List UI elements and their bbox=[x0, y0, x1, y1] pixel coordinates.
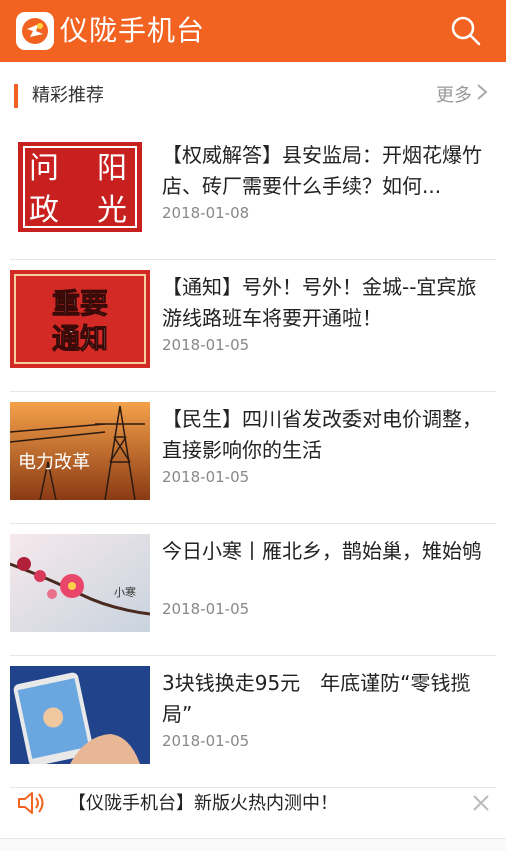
more-link[interactable]: 更多 bbox=[436, 82, 488, 110]
notice-thumb-line-2: 通知 bbox=[52, 322, 108, 355]
news-item[interactable]: 重要 通知 【通知】号外！号外！金城--宜宾旅游线路班车将要开通啦！ 2018-… bbox=[10, 260, 496, 392]
logo-icon bbox=[22, 18, 48, 44]
news-title[interactable]: 【权威解答】县安监局：开烟花爆竹店、砖厂需要什么手续？如何... bbox=[162, 140, 486, 202]
search-icon bbox=[451, 16, 481, 46]
news-item[interactable]: 问 阳 政 光 【权威解答】县安监局：开烟花爆竹店、砖厂需要什么手续？如何...… bbox=[10, 128, 496, 260]
news-item[interactable]: 3块钱换走95元 年底谨防“零钱揽局” 2018-01-05 bbox=[10, 656, 496, 788]
news-title[interactable]: 今日小寒丨雁北乡，鹊始巢，雉始鸲 bbox=[162, 536, 486, 567]
news-thumbnail-notice: 重要 通知 bbox=[10, 270, 150, 368]
seal-char-4: 光 bbox=[97, 193, 127, 228]
news-thumbnail-power: 电力改革 bbox=[10, 402, 150, 500]
bottom-nav-edge bbox=[0, 838, 506, 851]
news-date: 2018-01-08 bbox=[162, 204, 250, 222]
section-title: 精彩推荐 bbox=[32, 85, 104, 106]
seal-char-3: 政 bbox=[29, 193, 59, 228]
recommend-section-header: 精彩推荐 更多 bbox=[0, 62, 506, 128]
speaker-icon bbox=[16, 788, 46, 818]
news-date: 2018-01-05 bbox=[162, 336, 250, 354]
news-title[interactable]: 3块钱换走95元 年底谨防“零钱揽局” bbox=[162, 668, 486, 730]
news-thumbnail-blossom: 小寒 bbox=[10, 534, 150, 632]
close-icon[interactable] bbox=[470, 792, 492, 814]
chevron-right-icon bbox=[476, 82, 488, 110]
power-thumb-text: 电力改革 bbox=[18, 452, 90, 473]
notice-text[interactable]: 【仪陇手机台】新版火热内测中！ bbox=[68, 790, 338, 818]
search-button[interactable] bbox=[448, 13, 484, 49]
news-thumbnail-seal: 问 阳 政 光 bbox=[10, 138, 150, 236]
news-title[interactable]: 【民生】四川省发改委对电价调整，直接影响你的生活 bbox=[162, 404, 486, 466]
section-accent-bar bbox=[14, 84, 18, 108]
news-date: 2018-01-05 bbox=[162, 732, 250, 750]
app-title: 仪陇手机台 bbox=[60, 14, 206, 47]
seal-char-2: 阳 bbox=[97, 151, 127, 186]
blossom-thumb-text: 小寒 bbox=[114, 585, 136, 599]
news-title[interactable]: 【通知】号外！号外！金城--宜宾旅游线路班车将要开通啦！ bbox=[162, 272, 486, 334]
more-label: 更多 bbox=[436, 85, 472, 106]
news-date: 2018-01-05 bbox=[162, 600, 250, 618]
news-thumbnail-phone bbox=[10, 666, 150, 764]
news-item[interactable]: 电力改革 【民生】四川省发改委对电价调整，直接影响你的生活 2018-01-05 bbox=[10, 392, 496, 524]
notice-bar[interactable]: 【仪陇手机台】新版火热内测中！ bbox=[0, 778, 506, 830]
news-item[interactable]: 小寒 今日小寒丨雁北乡，鹊始巢，雉始鸲 2018-01-05 bbox=[10, 524, 496, 656]
seal-char-1: 问 bbox=[29, 151, 59, 186]
news-list: 问 阳 政 光 【权威解答】县安监局：开烟花爆竹店、砖厂需要什么手续？如何...… bbox=[10, 128, 496, 788]
notice-thumb-line-1: 重要 bbox=[52, 287, 108, 320]
app-logo bbox=[16, 12, 54, 50]
app-header: 仪陇手机台 bbox=[0, 0, 506, 62]
news-date: 2018-01-05 bbox=[162, 468, 250, 486]
